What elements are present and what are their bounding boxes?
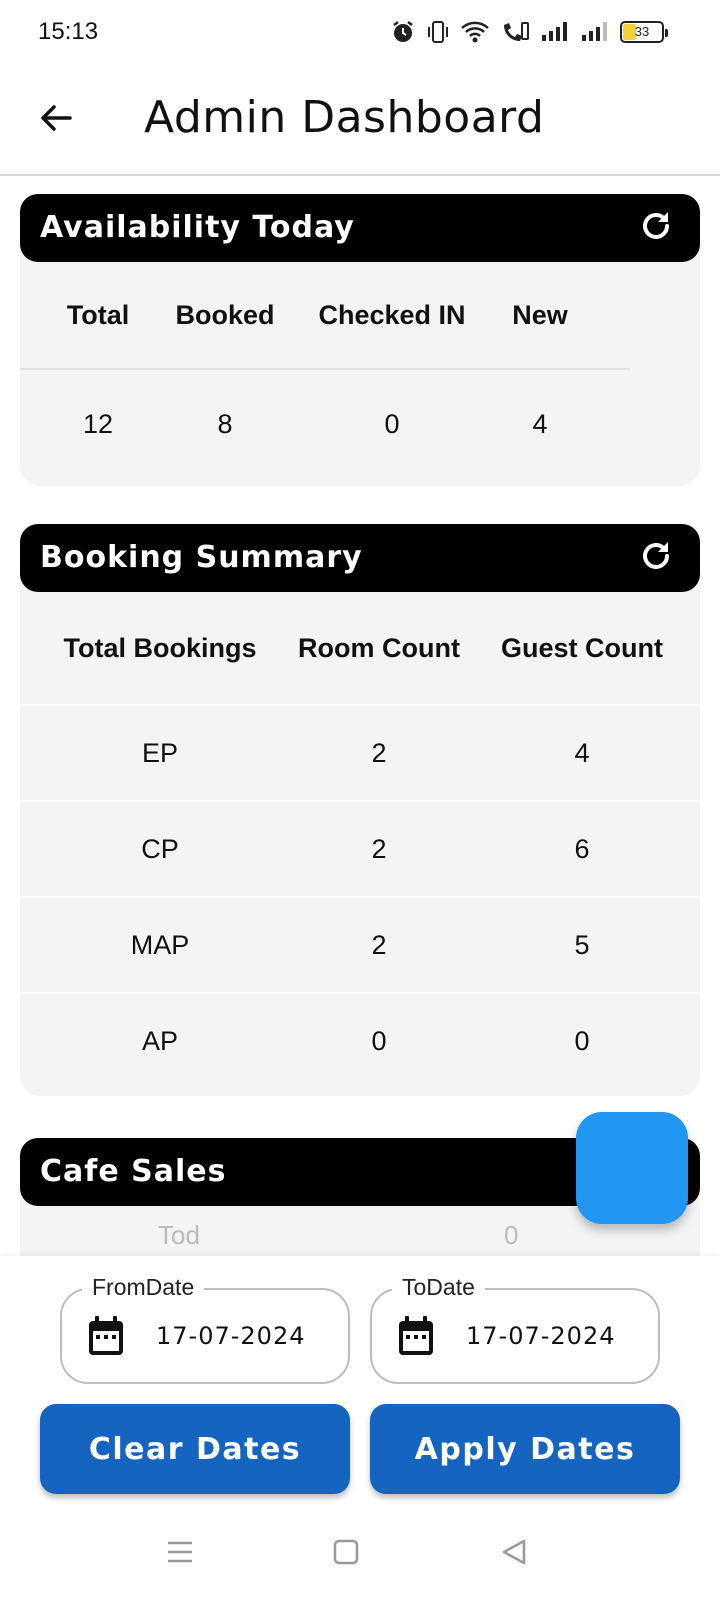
availability-title: Availability Today xyxy=(40,210,355,245)
signal-icon xyxy=(580,19,610,45)
dashboard-content[interactable]: Availability Today Total Booked Checked … xyxy=(0,178,720,1256)
calendar-icon xyxy=(86,1314,126,1362)
plan-cell: MAP xyxy=(130,929,190,960)
room-count-cell: 0 xyxy=(371,1025,387,1056)
to-date-field[interactable]: ToDate 17-07-2024 xyxy=(370,1274,660,1384)
page-title: Admin Dashboard xyxy=(144,92,545,143)
guest-count-cell: 5 xyxy=(574,929,590,960)
refresh-icon xyxy=(638,208,674,248)
home-nav-button[interactable] xyxy=(324,1532,368,1576)
column-header-guest-count: Guest Count xyxy=(501,632,663,663)
signal-icon xyxy=(540,19,570,45)
column-header-booked: Booked xyxy=(175,299,275,330)
table-row: AP 0 0 xyxy=(20,992,700,1088)
table-row: EP 2 4 xyxy=(20,704,700,800)
from-date-label: FromDate xyxy=(82,1274,205,1301)
room-count-cell: 2 xyxy=(371,929,387,960)
calendar-icon xyxy=(396,1314,436,1362)
booking-summary-header: Booking Summary xyxy=(20,524,700,592)
cafe-peek-right: 0 xyxy=(504,1220,519,1250)
plan-cell: EP xyxy=(141,737,179,768)
column-header-total: Total xyxy=(66,299,130,330)
alarm-icon xyxy=(390,19,416,45)
availability-table: Total Booked Checked IN New 12 8 0 4 xyxy=(20,262,630,478)
plan-cell: AP xyxy=(141,1025,179,1056)
wifi-calling-icon xyxy=(500,19,530,45)
menu-icon xyxy=(166,1538,194,1570)
table-row: 12 8 0 4 xyxy=(20,370,630,478)
room-count-cell: 2 xyxy=(371,833,387,864)
column-header-new: New xyxy=(512,299,568,330)
system-nav-bar xyxy=(0,1506,720,1600)
back-nav-button[interactable] xyxy=(492,1532,536,1576)
floating-action-button[interactable] xyxy=(576,1112,688,1224)
booking-table-header: Total Bookings Room Count Guest Count xyxy=(20,592,700,704)
cafe-sales-title: Cafe Sales xyxy=(40,1154,227,1189)
status-icons: 33 xyxy=(390,16,668,48)
guest-count-cell: 4 xyxy=(574,737,590,768)
checked-in-value: 0 xyxy=(384,408,400,439)
column-header-checked-in: Checked IN xyxy=(318,299,466,330)
plan-cell: CP xyxy=(141,833,179,864)
status-bar: 15:13 33 xyxy=(0,0,720,64)
cafe-peek-left: Tod xyxy=(158,1220,200,1250)
status-time: 15:13 xyxy=(38,18,99,45)
back-button[interactable] xyxy=(30,94,82,146)
availability-card: Availability Today Total Booked Checked … xyxy=(20,194,700,486)
to-date-label: ToDate xyxy=(392,1274,485,1301)
wifi-icon xyxy=(460,19,490,45)
vibrate-icon xyxy=(426,19,450,45)
menu-nav-button[interactable] xyxy=(158,1532,202,1576)
new-value: 4 xyxy=(532,408,548,439)
refresh-icon xyxy=(638,538,674,578)
from-date-field[interactable]: FromDate 17-07-2024 xyxy=(60,1274,350,1384)
arrow-left-icon xyxy=(38,100,74,140)
apply-dates-button[interactable]: Apply Dates xyxy=(370,1404,680,1494)
guest-count-cell: 0 xyxy=(574,1025,590,1056)
from-date-value: 17-07-2024 xyxy=(156,1322,306,1350)
date-filter-panel: FromDate 17-07-2024 ToDate 17-07-2024 Cl… xyxy=(0,1256,720,1506)
clear-dates-button[interactable]: Clear Dates xyxy=(40,1404,350,1494)
battery-icon: 33 xyxy=(620,21,668,43)
app-bar: Admin Dashboard xyxy=(0,64,720,176)
booking-summary-refresh-button[interactable] xyxy=(636,538,676,578)
to-date-value: 17-07-2024 xyxy=(466,1322,616,1350)
battery-level: 33 xyxy=(634,24,650,39)
total-value: 12 xyxy=(82,408,114,439)
cafe-sales-peek: Tod 0 xyxy=(20,1220,700,1250)
table-row: MAP 2 5 xyxy=(20,896,700,992)
availability-header: Availability Today xyxy=(20,194,700,262)
availability-refresh-button[interactable] xyxy=(636,208,676,248)
guest-count-cell: 6 xyxy=(574,833,590,864)
column-header-total-bookings: Total Bookings xyxy=(63,632,257,663)
booked-value: 8 xyxy=(217,408,233,439)
table-row: CP 2 6 xyxy=(20,800,700,896)
booking-summary-card: Booking Summary Total Bookings Room Coun… xyxy=(20,524,700,1096)
column-header-room-count: Room Count xyxy=(298,632,460,663)
home-square-icon xyxy=(332,1538,360,1570)
booking-summary-title: Booking Summary xyxy=(40,540,363,575)
availability-table-header: Total Booked Checked IN New xyxy=(20,262,630,370)
back-triangle-icon xyxy=(500,1538,528,1570)
room-count-cell: 2 xyxy=(371,737,387,768)
